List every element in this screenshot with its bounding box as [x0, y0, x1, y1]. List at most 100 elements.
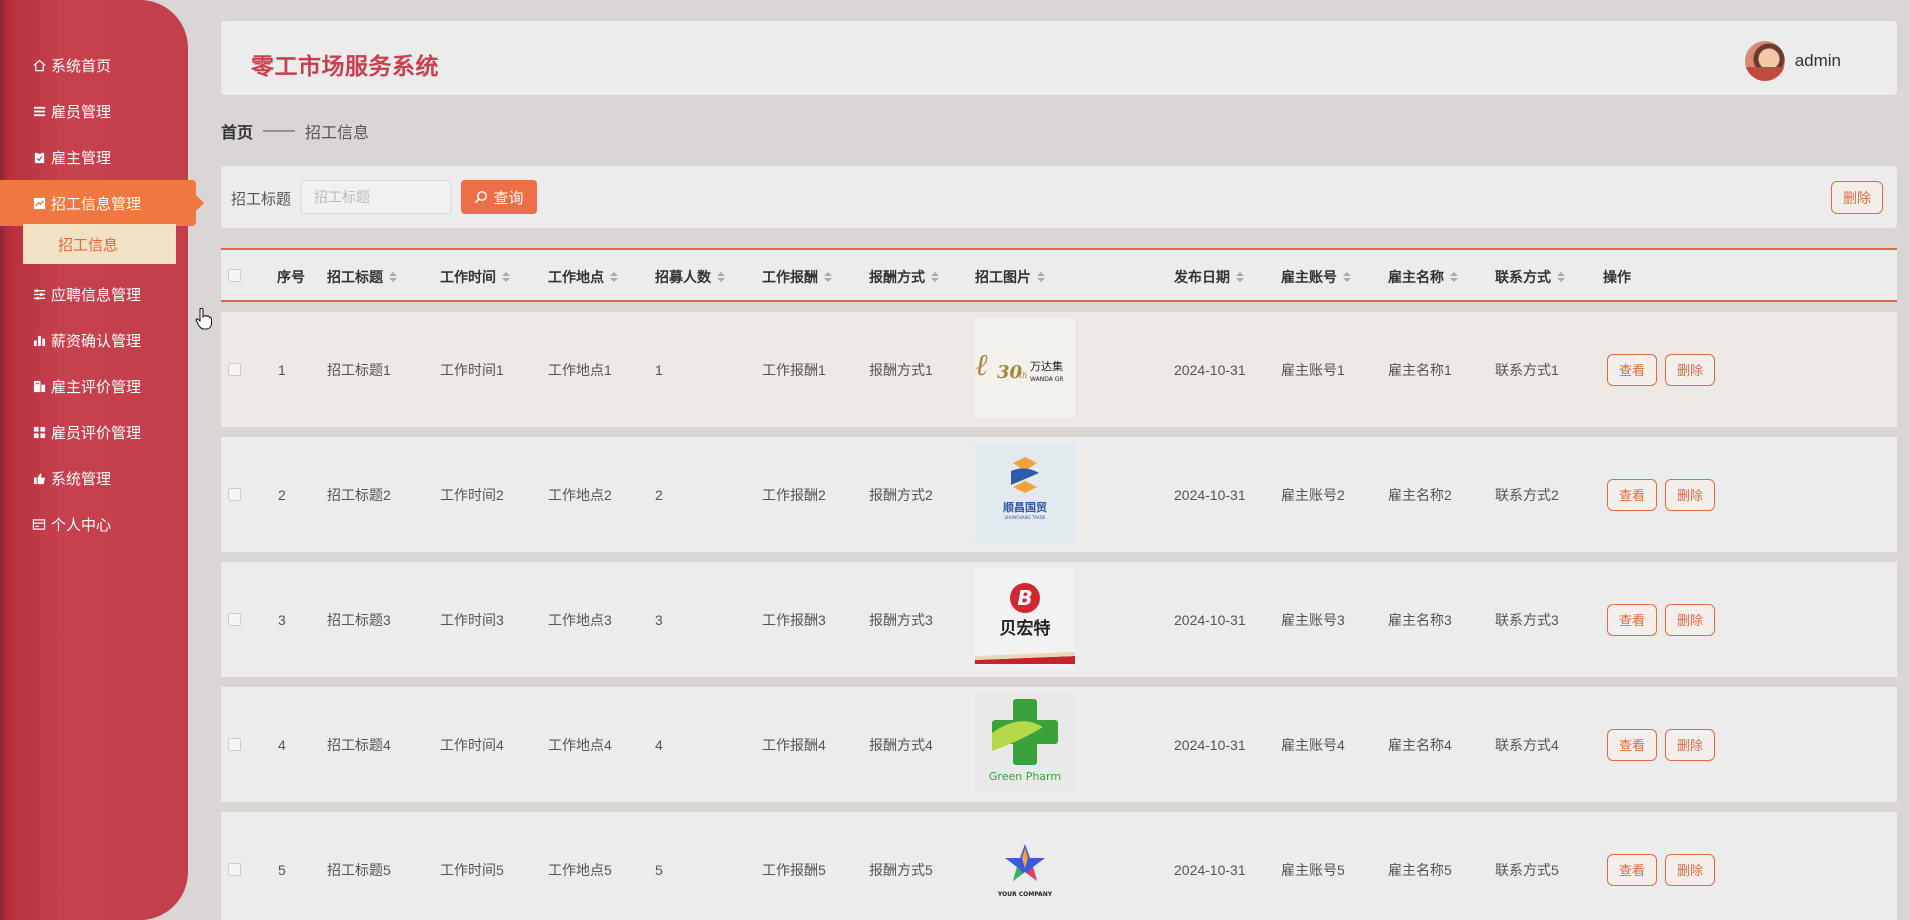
column-header-sortable[interactable]: 雇主名称	[1388, 267, 1458, 287]
cell-no: 3	[278, 611, 286, 628]
sidebar-item-employee-reviews[interactable]: 雇员评价管理	[0, 409, 188, 455]
sidebar-item-label: 系统首页	[51, 57, 112, 75]
job-image[interactable]: ℓ 30 th 万达集 WANDA GR	[975, 318, 1075, 418]
row-checkbox[interactable]	[228, 363, 241, 376]
job-image[interactable]: 顺昌国贸 SHUNCHANG TRADE	[975, 443, 1075, 543]
search-input[interactable]	[301, 180, 451, 214]
svg-text:YOUR COMPANY: YOUR COMPANY	[997, 891, 1053, 898]
svg-text:顺昌国贸: 顺昌国贸	[1003, 500, 1047, 514]
cell-no: 4	[278, 736, 286, 753]
column-header-sortable[interactable]: 工作时间	[440, 267, 510, 287]
cell-account: 雇主账号4	[1281, 736, 1345, 753]
cell-title: 招工标题5	[327, 861, 391, 878]
delete-button[interactable]: 删除	[1665, 853, 1715, 886]
search-button-label: 查询	[493, 189, 524, 207]
job-image[interactable]: Green Pharm	[975, 693, 1075, 793]
sidebar-item-home[interactable]: 系统首页	[0, 42, 188, 88]
sort-icon	[1037, 272, 1045, 282]
column-header-label: 雇主名称	[1388, 269, 1444, 285]
column-header-label: 雇主账号	[1281, 269, 1337, 285]
cell-contact: 联系方式1	[1495, 361, 1559, 378]
job-image[interactable]: YOUR COMPANY	[975, 818, 1075, 918]
cell-count: 4	[655, 736, 663, 753]
cell-pay: 工作报酬2	[762, 486, 826, 503]
search-label: 招工标题	[231, 191, 292, 208]
sidebar-item-salary[interactable]: 薪资确认管理	[0, 317, 188, 363]
column-header-sortable[interactable]: 招工图片	[975, 267, 1045, 287]
select-all-checkbox[interactable]	[228, 269, 241, 282]
cell-account: 雇主账号2	[1281, 486, 1345, 503]
sidebar-item-employer-reviews[interactable]: 雇主评价管理	[0, 363, 188, 409]
table-header: 序号 招工标题 工作时间 工作地点 招募人数 工作报酬 报酬方式 招工图片 发布…	[221, 248, 1897, 302]
table-row: 1 招工标题1 工作时间1 工作地点1 1 工作报酬1 报酬方式1 ℓ 30 t…	[221, 312, 1897, 427]
cell-pay-method: 报酬方式3	[869, 611, 933, 628]
bulk-delete-button[interactable]: 删除	[1831, 181, 1883, 214]
row-checkbox[interactable]	[228, 863, 241, 876]
sidebar-subitem-recruitment-info[interactable]: 招工信息	[23, 224, 176, 264]
job-image[interactable]: B 贝宏特	[975, 568, 1075, 668]
breadcrumb-home[interactable]: 首页	[221, 119, 253, 143]
search-button[interactable]: 查询	[461, 180, 537, 214]
view-button[interactable]: 查看	[1607, 853, 1657, 886]
column-header-sortable[interactable]: 招工标题	[327, 267, 397, 287]
view-button[interactable]: 查看	[1607, 728, 1657, 761]
table-row: 3 招工标题3 工作时间3 工作地点3 3 工作报酬3 报酬方式3 B 贝宏特 …	[221, 562, 1897, 677]
column-header-sortable[interactable]: 工作地点	[548, 267, 618, 287]
column-header-label: 联系方式	[1495, 269, 1551, 285]
avatar[interactable]	[1744, 41, 1785, 81]
column-header-label: 工作报酬	[762, 269, 818, 285]
cell-date: 2024-10-31	[1174, 611, 1246, 628]
cell-time: 工作时间1	[440, 361, 504, 378]
delete-button[interactable]: 删除	[1665, 728, 1715, 761]
column-header-sortable[interactable]: 发布日期	[1174, 267, 1244, 287]
sidebar-item-employees[interactable]: 雇员管理	[0, 88, 188, 134]
column-header-sortable[interactable]: 工作报酬	[762, 267, 832, 287]
sidebar-item-system[interactable]: 系统管理	[0, 455, 188, 501]
column-header-sortable[interactable]: 雇主账号	[1281, 267, 1351, 287]
sidebar-item-employers[interactable]: 雇主管理	[0, 134, 188, 180]
delete-button[interactable]: 删除	[1665, 353, 1715, 386]
cell-time: 工作时间3	[440, 611, 504, 628]
column-header-sortable[interactable]: 招募人数	[655, 267, 725, 287]
svg-text:Green Pharm: Green Pharm	[989, 770, 1061, 783]
view-button[interactable]: 查看	[1607, 353, 1657, 386]
card-icon	[32, 517, 46, 531]
sidebar-item-label: 个人中心	[51, 516, 112, 534]
sidebar-item-label: 应聘信息管理	[51, 286, 142, 304]
table-row: 4 招工标题4 工作时间4 工作地点4 4 工作报酬4 报酬方式4 Green …	[221, 687, 1897, 802]
svg-text:B: B	[1017, 586, 1032, 610]
cell-title: 招工标题3	[327, 611, 391, 628]
sidebar-item-applications[interactable]: 应聘信息管理	[0, 271, 188, 317]
home-icon	[32, 58, 46, 72]
view-button[interactable]: 查看	[1607, 478, 1657, 511]
delete-button[interactable]: 删除	[1665, 603, 1715, 636]
user-menu[interactable]: admin	[1744, 41, 1841, 81]
cell-place: 工作地点5	[548, 861, 612, 878]
cell-no: 1	[278, 361, 286, 378]
cell-date: 2024-10-31	[1174, 361, 1246, 378]
svg-text:SHUNCHANG TRADE: SHUNCHANG TRADE	[1005, 515, 1046, 520]
sidebar-item-profile[interactable]: 个人中心	[0, 501, 188, 547]
row-checkbox[interactable]	[228, 613, 241, 626]
cell-count: 3	[655, 611, 663, 628]
sort-icon	[1557, 272, 1565, 282]
sort-icon	[1343, 272, 1351, 282]
column-header-sortable[interactable]: 报酬方式	[869, 267, 939, 287]
row-checkbox[interactable]	[228, 488, 241, 501]
sidebar-item-label: 雇主管理	[51, 149, 112, 167]
delete-button[interactable]: 删除	[1665, 478, 1715, 511]
cell-count: 2	[655, 486, 663, 503]
app-title: 零工市场服务系统	[251, 53, 439, 79]
cell-contact: 联系方式5	[1495, 861, 1559, 878]
cell-pay-method: 报酬方式5	[869, 861, 933, 878]
cell-contact: 联系方式2	[1495, 486, 1559, 503]
cell-place: 工作地点2	[548, 486, 612, 503]
row-checkbox[interactable]	[228, 738, 241, 751]
cell-account: 雇主账号3	[1281, 611, 1345, 628]
column-header-sortable[interactable]: 联系方式	[1495, 267, 1565, 287]
view-button[interactable]: 查看	[1607, 603, 1657, 636]
column-header-label: 工作时间	[440, 269, 496, 285]
sidebar-item-recruitment[interactable]: 招工信息管理	[0, 180, 204, 226]
cell-date: 2024-10-31	[1174, 861, 1246, 878]
cell-name: 雇主名称3	[1388, 611, 1452, 628]
